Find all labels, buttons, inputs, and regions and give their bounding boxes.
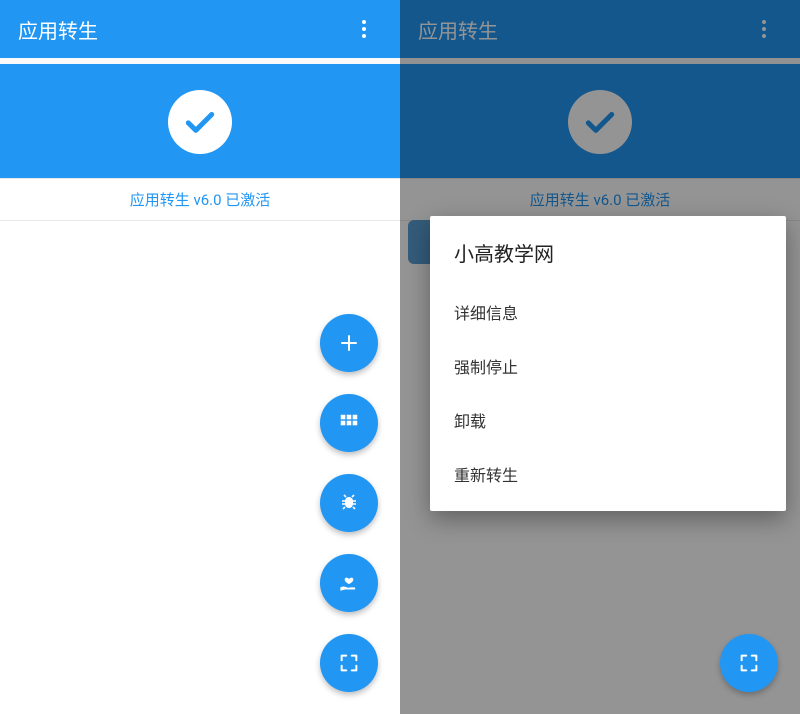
context-dialog: 小高教学网 详细信息 强制停止 卸载 重新转生 bbox=[430, 216, 786, 511]
dialog-title: 小高教学网 bbox=[454, 238, 762, 267]
fab-grid[interactable] bbox=[320, 394, 378, 452]
fab-expand[interactable] bbox=[720, 634, 778, 692]
more-vert-icon bbox=[362, 20, 366, 38]
status-icon-wrap bbox=[0, 80, 400, 178]
fab-bug[interactable] bbox=[320, 474, 378, 532]
left-panel: 应用转生 应用转生 v6.0 已激活 bbox=[0, 0, 400, 714]
expand-icon bbox=[738, 652, 760, 674]
right-panel: 应用转生 应用转生 v6.0 已激活 小高教学网 详细信息 强制停止 卸载 重新… bbox=[400, 0, 800, 714]
expand-icon bbox=[338, 652, 360, 674]
fab-add[interactable] bbox=[320, 314, 378, 372]
status-check-icon bbox=[568, 90, 632, 154]
status-text: 应用转生 v6.0 已激活 bbox=[0, 178, 400, 221]
dialog-item-force-stop[interactable]: 强制停止 bbox=[454, 339, 762, 393]
more-button[interactable] bbox=[744, 9, 784, 49]
grid-icon bbox=[338, 412, 360, 434]
status-banner: 应用转生 v6.0 已激活 bbox=[400, 64, 800, 221]
status-check-icon bbox=[168, 90, 232, 154]
bug-icon bbox=[337, 491, 361, 515]
more-button[interactable] bbox=[344, 9, 384, 49]
status-banner: 应用转生 v6.0 已激活 bbox=[0, 64, 400, 221]
dialog-item-details[interactable]: 详细信息 bbox=[454, 285, 762, 339]
status-icon-wrap bbox=[400, 80, 800, 178]
fab-stack bbox=[320, 314, 378, 692]
dialog-item-uninstall[interactable]: 卸载 bbox=[454, 393, 762, 447]
dialog-item-recreate[interactable]: 重新转生 bbox=[454, 447, 762, 501]
appbar-title: 应用转生 bbox=[418, 15, 744, 44]
heart-hand-icon bbox=[336, 570, 362, 596]
fab-donate[interactable] bbox=[320, 554, 378, 612]
appbar-title: 应用转生 bbox=[18, 15, 344, 44]
status-text: 应用转生 v6.0 已激活 bbox=[400, 178, 800, 221]
plus-icon bbox=[337, 331, 361, 355]
fab-expand-wrap bbox=[720, 634, 778, 692]
appbar: 应用转生 bbox=[400, 0, 800, 58]
fab-expand[interactable] bbox=[320, 634, 378, 692]
appbar: 应用转生 bbox=[0, 0, 400, 58]
more-vert-icon bbox=[762, 20, 766, 38]
